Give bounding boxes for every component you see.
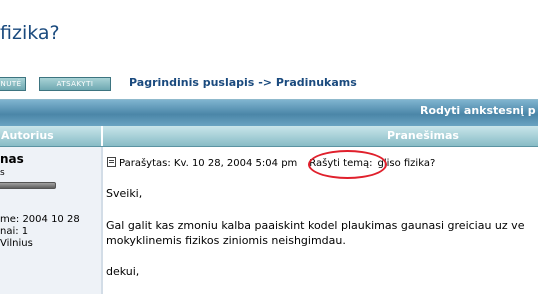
breadcrumb-forum-link[interactable]: Pradinukams <box>276 76 357 89</box>
breadcrumb-home-link[interactable]: Pagrindinis puslapis <box>129 76 254 89</box>
post-subject: gliso fizika? <box>377 158 436 169</box>
post-body: Sveiki, Gal galit kas zmoniu kalba paais… <box>106 186 538 279</box>
author-joined: me: 2004 10 28 <box>0 214 80 225</box>
subject-label: Rašyti temą: <box>309 158 373 169</box>
author-name[interactable]: nas <box>0 152 24 166</box>
reply-button[interactable]: ATSAKYTI <box>39 77 111 91</box>
post-body-line: Sveiki, <box>106 187 143 200</box>
post-body-line: mokyklinemis fizikos ziniomis neishgimda… <box>106 234 346 247</box>
post-meta: Parašytas: Kv. 10 28, 2004 5:04 pm Rašyti… <box>107 157 437 169</box>
author-cell: nas s me: 2004 10 28 nai: 1 Vilnius <box>0 147 101 294</box>
navigation-bar: Rodyti ankstesnį p <box>0 99 538 127</box>
post-date: Parašytas: Kv. 10 28, 2004 5:04 pm <box>119 158 298 169</box>
breadcrumb: Pagrindinis puslapis -> Pradinukams <box>129 76 357 89</box>
post-body-line: Gal galit kas zmoniu kalba paaiskint kod… <box>106 219 525 232</box>
rank-bar-image <box>0 182 56 189</box>
topic-title[interactable]: fizika? <box>0 20 60 46</box>
message-column-header: Pranešimas <box>387 129 459 142</box>
new-topic-button[interactable]: NUTĖ <box>0 77 26 91</box>
author-details: me: 2004 10 28 nai: 1 Vilnius <box>0 214 80 250</box>
breadcrumb-separator: -> <box>258 76 272 89</box>
previous-topic-link[interactable]: Rodyti ankstesnį p <box>420 104 536 117</box>
author-posts: nai: 1 <box>0 226 29 237</box>
post-icon[interactable] <box>107 157 116 167</box>
post-body-line: dekui, <box>106 265 140 278</box>
column-divider <box>101 126 103 146</box>
author-location: Vilnius <box>0 238 33 249</box>
post-cell: Parašytas: Kv. 10 28, 2004 5:04 pm Rašyti… <box>103 147 538 294</box>
author-rank: s <box>0 168 5 178</box>
author-column-header: Autorius <box>1 129 54 142</box>
table-header-row: Autorius Pranešimas <box>0 126 538 147</box>
